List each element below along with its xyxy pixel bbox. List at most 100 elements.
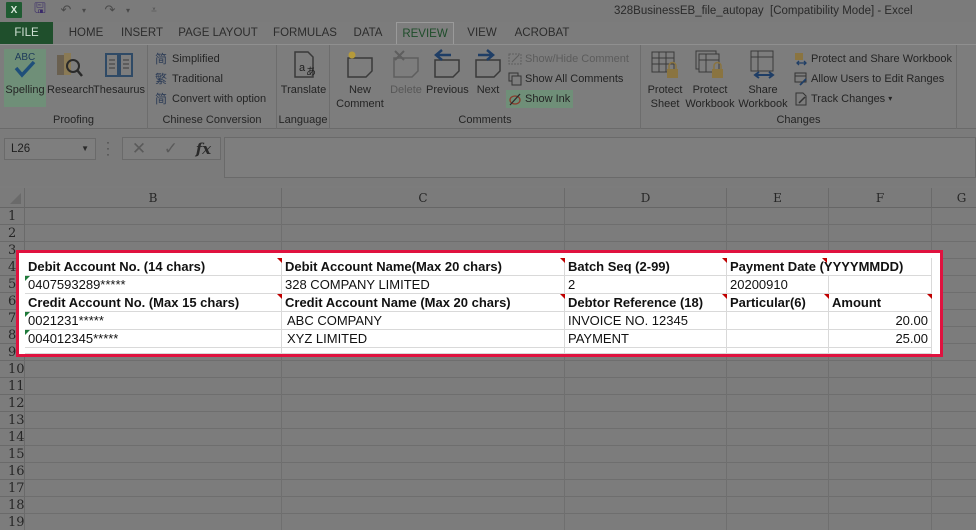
row-header-10[interactable]: 10 [0,361,25,378]
cell-f9[interactable] [829,348,932,354]
cell-c8[interactable]: XYZ LIMITED [282,330,565,348]
formula-bar-resize-handle[interactable]: · · · [106,136,110,160]
cell-c5[interactable]: 328 COMPANY LIMITED [282,276,565,294]
row-header-17[interactable]: 17 [0,480,25,497]
select-all-button[interactable] [0,188,25,208]
convert-with-option-button[interactable]: 简 Convert with option [155,90,269,108]
row-header-13[interactable]: 13 [0,412,25,429]
cell-f7[interactable]: 20.00 [829,312,932,330]
customize-qat-icon[interactable]: ⩡ [146,2,162,18]
insert-function-icon[interactable]: fx [196,140,211,158]
cell-d4[interactable]: Batch Seq (2-99) [565,258,727,276]
row-header-18[interactable]: 18 [0,497,25,514]
row-header-16[interactable]: 16 [0,463,25,480]
redo-dropdown-icon[interactable]: ▾ [120,2,136,18]
tab-acrobat[interactable]: ACROBAT [512,22,572,44]
column-header-e[interactable]: E [727,188,829,208]
new-comment-button[interactable]: New Comment [334,49,386,111]
name-box-dropdown-icon[interactable]: ▼ [81,139,89,159]
protect-workbook-button[interactable]: Protect Workbook [685,49,735,111]
tab-insert[interactable]: INSERT [118,22,166,44]
column-header-f[interactable]: F [829,188,932,208]
previous-comment-button[interactable]: Previous [426,49,469,97]
cell-e8[interactable] [727,330,829,348]
next-comment-button[interactable]: Next [471,49,505,97]
cell-e5[interactable]: 20200910 [727,276,829,294]
cell-f4[interactable] [829,258,932,276]
cell-f8[interactable]: 25.00 [829,330,932,348]
cell-e7[interactable] [727,312,829,330]
cell-d7[interactable]: INVOICE NO. 12345 [565,312,727,330]
worksheet-grid[interactable]: B C D E F G 1 2 3 4 5 6 7 8 9 10 11 12 13 14 15 16 17 18 1… [0,188,976,530]
tab-view[interactable]: VIEW [462,22,502,44]
row-header-15[interactable]: 15 [0,446,25,463]
tab-data[interactable]: DATA [348,22,388,44]
cell-c6[interactable]: Credit Account Name (Max 20 chars) [282,294,565,312]
tab-page-layout[interactable]: PAGE LAYOUT [176,22,260,44]
row-header-11[interactable]: 11 [0,378,25,395]
delete-comment-button[interactable]: Delete [389,49,423,97]
row-header-19[interactable]: 19 [0,514,25,530]
allow-users-edit-ranges-button[interactable]: Allow Users to Edit Ranges [794,70,947,88]
translate-button[interactable]: a あ Translate [280,49,327,97]
column-header-b[interactable]: B [25,188,282,208]
show-ink-button[interactable]: Show Ink [506,90,574,108]
research-button[interactable]: Research [47,49,94,97]
cell-b8[interactable]: 004012345***** [25,330,282,348]
enter-icon[interactable]: ✓ [164,139,178,159]
cell-b7[interactable]: 0021231***** [25,312,282,330]
redo-icon[interactable]: ↷ [102,2,118,18]
cell-d6[interactable]: Debtor Reference (18) [565,294,727,312]
cell-f5[interactable] [829,276,932,294]
tab-home[interactable]: HOME [58,22,114,44]
cell-b4[interactable]: Debit Account No. (14 chars) [25,258,282,276]
row-header-12[interactable]: 12 [0,395,25,412]
cell-d8[interactable]: PAYMENT [565,330,727,348]
traditional-button[interactable]: 繁 Traditional [155,70,226,88]
tab-file[interactable]: FILE [0,22,53,44]
share-workbook-button[interactable]: Share Workbook [738,49,788,111]
cell-b6[interactable]: Credit Account No. (Max 15 chars) [25,294,282,312]
show-hide-comment-icon [508,53,522,65]
row-header-14[interactable]: 14 [0,429,25,446]
group-comments: New Comment Delete Previous Next Show/Hi… [330,45,641,129]
save-icon[interactable]: 🖫 [32,0,48,18]
protect-share-workbook-button[interactable]: Protect and Share Workbook [794,50,955,68]
protect-sheet-button[interactable]: Protect Sheet [645,49,685,111]
row-header-1[interactable]: 1 [0,208,25,225]
column-header-g[interactable]: G [932,188,976,208]
cancel-icon[interactable]: ✕ [132,139,146,159]
cell-c7[interactable]: ABC COMPANY [282,312,565,330]
column-header-c[interactable]: C [282,188,565,208]
svg-text:あ: あ [306,66,316,78]
row-header-2[interactable]: 2 [0,225,25,242]
cell-b5[interactable]: 0407593289***** [25,276,282,294]
track-changes-button[interactable]: Track Changes ▾ [794,90,895,108]
undo-dropdown-icon[interactable]: ▾ [76,2,92,18]
cell-e9[interactable] [727,348,829,354]
cell-c9[interactable] [282,348,565,354]
spelling-button[interactable]: ABC Spelling [4,49,46,107]
gridline-row [25,428,976,429]
simplified-button[interactable]: 简 Simplified [155,50,223,68]
cell-f6[interactable]: Amount [829,294,932,312]
cell-b9[interactable] [25,348,282,354]
formula-input[interactable] [224,137,976,178]
cell-e4[interactable]: Payment Date (YYYYMMDD) [727,258,903,276]
thesaurus-button[interactable]: Thesaurus [93,49,145,97]
translate-icon: a あ [293,51,316,78]
tab-review[interactable]: REVIEW [396,22,454,45]
name-box[interactable]: L26 ▼ [4,138,96,160]
research-icon [57,53,83,77]
cell-d5[interactable]: 2 [565,276,727,294]
show-all-comments-button[interactable]: Show All Comments [508,70,626,88]
cell-c4[interactable]: Debit Account Name(Max 20 chars) [282,258,565,276]
cell-d9[interactable] [565,348,727,354]
cell-e6[interactable]: Particular(6) [727,294,829,312]
gridline-row [25,377,976,378]
gridline-row [25,479,976,480]
show-hide-comment-button[interactable]: Show/Hide Comment [508,50,632,68]
tab-formulas[interactable]: FORMULAS [270,22,340,44]
undo-icon[interactable]: ↶ [58,2,74,18]
column-header-d[interactable]: D [565,188,727,208]
